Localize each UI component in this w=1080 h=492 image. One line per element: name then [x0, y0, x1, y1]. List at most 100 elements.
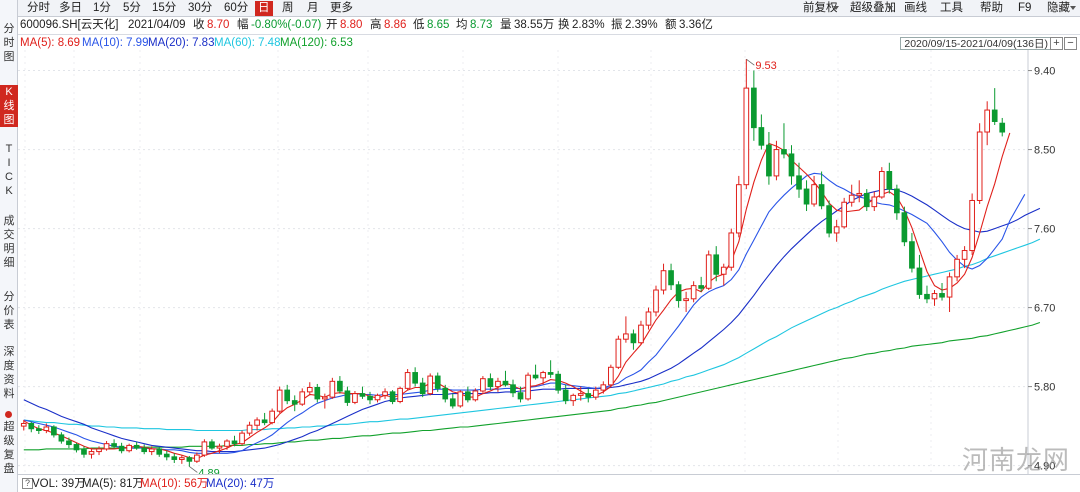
legend-ma60: MA(60): 7.48 — [214, 37, 281, 49]
dropdown-arrow-icon — [833, 6, 839, 10]
candle-body — [961, 250, 968, 260]
candle-body — [623, 333, 629, 340]
candle-body — [781, 149, 787, 155]
period-tab-5[interactable]: 30分 — [185, 1, 215, 16]
ma5-line — [23, 132, 1011, 460]
candle-body — [931, 293, 938, 300]
candle-body — [826, 205, 832, 234]
sidebar-item-char: 价 — [3, 305, 15, 317]
stock-code-name: 600096.SH[云天化] — [20, 19, 119, 31]
candle-body — [901, 212, 908, 243]
sidebar-item-char: 分 — [3, 23, 15, 35]
candle-body — [863, 192, 870, 208]
ma20-line — [23, 188, 1041, 453]
candle-body — [517, 392, 524, 400]
sidebar-item-char: 图 — [3, 51, 15, 63]
period-tab-0[interactable]: 分时 — [24, 1, 53, 16]
sidebar-item-0[interactable]: 分时图 — [0, 22, 18, 64]
close-label: 收 — [193, 19, 205, 31]
period-tab-9[interactable]: 月 — [304, 1, 322, 16]
candle-body — [698, 285, 705, 289]
tool-button-2[interactable]: 画线 — [904, 1, 927, 16]
candle-body — [690, 285, 697, 300]
candle-body — [299, 391, 306, 405]
candle-body — [976, 131, 983, 201]
tool-button-4[interactable]: 帮助 — [980, 1, 1003, 16]
sidebar-item-char: 图 — [3, 114, 15, 126]
candle-body — [638, 324, 644, 344]
period-tab-8[interactable]: 周 — [279, 1, 297, 16]
tool-button-6[interactable]: 隐藏 — [1047, 1, 1070, 16]
period-tab-7[interactable]: 日 — [255, 1, 273, 16]
period-tab-6[interactable]: 60分 — [221, 1, 251, 16]
sidebar-item-2[interactable]: TICK — [0, 142, 18, 198]
sidebar-item-char: 时 — [3, 37, 15, 49]
zoom-out-button[interactable]: − — [1064, 37, 1077, 50]
candle-body — [239, 432, 245, 445]
candlestick-chart[interactable]: 9.408.507.606.705.804.909.534.89 — [18, 50, 1080, 474]
tool-button-3[interactable]: 工具 — [940, 1, 963, 16]
candle-body — [254, 419, 260, 426]
candle-body — [133, 444, 140, 449]
candle-body — [675, 284, 682, 302]
candle-body — [141, 447, 148, 453]
candle-body — [367, 395, 373, 401]
amplitude-value: 2.39% — [625, 19, 658, 31]
candle-body — [788, 153, 795, 177]
turnover-value: 2.83% — [572, 19, 605, 31]
candle-body — [337, 380, 343, 392]
candle-body — [329, 380, 336, 398]
legend-ma20: MA(20): 7.83 — [148, 37, 215, 49]
change-value: -0.80%(-0.07) — [251, 19, 322, 31]
candle-body — [126, 444, 132, 452]
candle-body — [261, 419, 268, 424]
sidebar-item-3[interactable]: 成交明细 — [0, 214, 18, 270]
candle-body — [954, 258, 960, 278]
candle-body — [660, 270, 667, 291]
sidebar-item-char: 度 — [3, 360, 15, 372]
vol-ma20: MA(20): 47万 — [206, 478, 275, 490]
candle-body — [88, 451, 95, 455]
candle-body — [525, 374, 531, 400]
sidebar-item-char: 细 — [3, 257, 15, 269]
candle-body — [194, 454, 200, 462]
candle-body — [705, 254, 712, 289]
candle-body — [480, 378, 486, 392]
period-tab-1[interactable]: 多日 — [56, 1, 85, 16]
sidebar-item-6[interactable]: 超级复盘 — [0, 420, 18, 476]
candle-body — [20, 422, 27, 427]
period-tab-10[interactable]: 更多 — [327, 1, 356, 16]
sidebar-item-char: 复 — [3, 449, 15, 461]
tool-button-5[interactable]: F9 — [1018, 1, 1031, 16]
candle-body — [163, 453, 170, 458]
legend-ma120: MA(120): 6.53 — [280, 37, 353, 49]
candle-body — [758, 127, 765, 146]
candle-body — [457, 391, 464, 407]
candle-body — [939, 293, 945, 298]
candle-body — [269, 410, 275, 424]
period-tab-3[interactable]: 5分 — [120, 1, 144, 16]
period-tab-4[interactable]: 15分 — [149, 1, 179, 16]
candle-body — [751, 87, 757, 129]
candle-body — [43, 426, 50, 431]
candle-body — [231, 440, 238, 445]
ma10-line — [23, 172, 1026, 454]
sidebar-item-char: 交 — [3, 229, 15, 241]
volume-label: 量 — [500, 19, 512, 31]
left-sidebar: 分时图K线图TICK成交明细分价表深度资料超级复盘 — [0, 0, 18, 492]
candle-body — [51, 426, 57, 436]
candle-body — [487, 378, 494, 388]
candle-body — [796, 175, 802, 190]
zoom-in-button[interactable]: + — [1050, 37, 1063, 50]
sidebar-item-5[interactable]: 深度资料 — [0, 345, 18, 401]
period-tab-2[interactable]: 1分 — [90, 1, 114, 16]
candle-body — [427, 375, 434, 395]
candle-body — [811, 184, 817, 205]
candle-body — [630, 333, 637, 344]
sidebar-item-1[interactable]: K线图 — [0, 85, 18, 127]
candle-body — [555, 373, 561, 391]
candle-body — [246, 424, 253, 434]
low-value: 8.65 — [427, 19, 450, 31]
candle-body — [735, 184, 742, 234]
sidebar-item-4[interactable]: 分价表 — [0, 290, 18, 332]
